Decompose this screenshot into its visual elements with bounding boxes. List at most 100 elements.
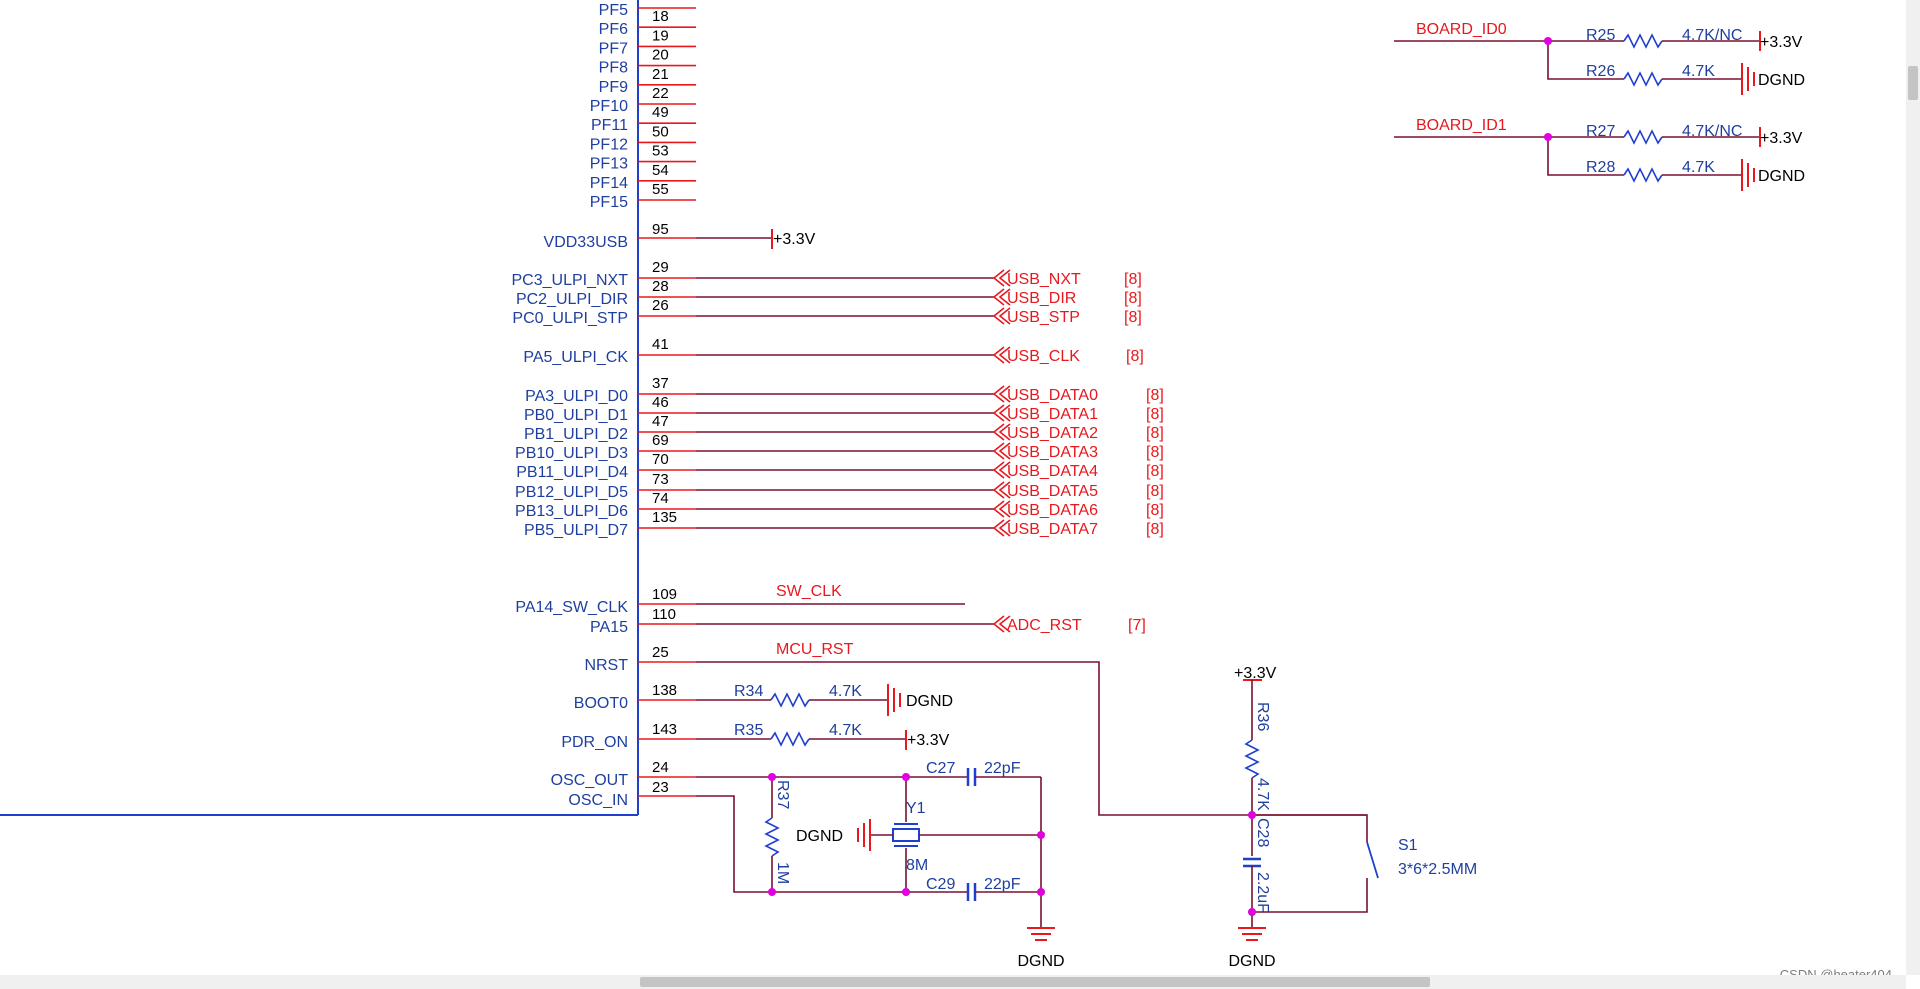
board-id-1: BOARD_ID1 R27 4.7K/NC +3.3V R28 4.7K DGND: [1394, 117, 1805, 191]
pin-number: 49: [652, 104, 669, 121]
pin-number: 54: [652, 162, 669, 179]
net-label: USB_DATA5: [1007, 483, 1098, 500]
pin-boot0: BOOT0 138 R34 4.7K DGND: [574, 682, 953, 716]
pin-pf5: PF5: [599, 2, 696, 19]
value-c29: 22pF: [984, 876, 1021, 893]
pin-number: 53: [652, 143, 669, 160]
vertical-scrollbar-thumb[interactable]: [1908, 66, 1918, 100]
sheet-ref: [8]: [1146, 521, 1164, 538]
sheet-ref: [8]: [1146, 387, 1164, 404]
pin-number: 22: [652, 85, 669, 102]
pin-number: 95: [652, 221, 669, 238]
net-label: USB_DIR: [1007, 290, 1076, 307]
pin-number-osc-in: 23: [652, 779, 669, 796]
pin-name: PF15: [590, 194, 628, 211]
ref-r-dn: R28: [1586, 159, 1615, 176]
net-label-swclk: SW_CLK: [776, 583, 842, 600]
pin-pc3-ulpi-nxt: PC3_ULPI_NXT 29 USB_NXT [8]: [512, 259, 1142, 289]
switch-s1-icon: [1366, 841, 1379, 879]
ref-s1: S1: [1398, 837, 1418, 854]
junction-dot: [1248, 811, 1256, 819]
pin-name: PA5_ULPI_CK: [523, 349, 628, 366]
pin-name: PF12: [590, 136, 628, 153]
net-label-board-id: BOARD_ID0: [1416, 21, 1507, 38]
pin-number: 73: [652, 471, 669, 488]
junction-dot: [1248, 908, 1256, 916]
pin-name: PF5: [599, 2, 628, 19]
ref-r36: R36: [1254, 702, 1271, 731]
resistor-icon: [1623, 129, 1663, 145]
pin-number: 135: [652, 509, 677, 526]
junction-dot: [768, 773, 776, 781]
horizontal-scrollbar-thumb[interactable]: [640, 977, 1430, 987]
pin-number: 70: [652, 451, 669, 468]
sheet-ref: [7]: [1128, 617, 1146, 634]
pin-name: PA14_SW_CLK: [515, 599, 628, 616]
pin-number: 109: [652, 586, 677, 603]
schematic-canvas: PF5 PF6 18 PF7 19 PF8 20 PF9 21 PF10 22 PF11 49 PF12 5…: [0, 0, 1892, 975]
junction-dot: [768, 888, 776, 896]
pin-number: 138: [652, 682, 677, 699]
pin-name: PB13_ULPI_D6: [515, 503, 628, 520]
pin-name: PC3_ULPI_NXT: [512, 272, 629, 289]
board-id-group: BOARD_ID0 R25 4.7K/NC +3.3V R26 4.7K DGND BOARD…: [1394, 21, 1805, 191]
gnd-label-crystal: DGND: [796, 828, 843, 845]
pin-name: PF8: [599, 60, 628, 77]
pin-name: PB11_ULPI_D4: [516, 464, 628, 481]
resistor-icon: [1623, 71, 1663, 87]
pin-pa3-ulpi-d0: PA3_ULPI_D0 37 USB_DATA0 [8]: [525, 375, 1164, 405]
sheet-ref: [8]: [1146, 463, 1164, 480]
gnd-label: DGND: [906, 693, 953, 710]
value-c28: 2.2uF: [1254, 872, 1271, 913]
net-label: USB_DATA2: [1007, 425, 1098, 442]
net-label: USB_DATA4: [1007, 463, 1098, 480]
junction-dot: [1544, 37, 1552, 45]
value-s1: 3*6*2.5MM: [1398, 861, 1477, 878]
pin-name: BOOT0: [574, 695, 628, 712]
pin-number: 37: [652, 375, 669, 392]
net-label-board-id: BOARD_ID1: [1416, 117, 1507, 134]
pin-name: PC2_ULPI_DIR: [516, 291, 628, 308]
sheet-ref: [8]: [1124, 271, 1142, 288]
net-label: USB_DATA0: [1007, 387, 1098, 404]
pin-name: NRST: [584, 657, 628, 674]
vertical-scrollbar[interactable]: [1906, 0, 1920, 975]
pf-pin-group: PF5 PF6 18 PF7 19 PF8 20 PF9 21 PF10 22 PF11 49 PF12 5…: [590, 2, 696, 211]
pin-name: PA3_ULPI_D0: [525, 388, 628, 405]
resistor-icon: [1623, 167, 1663, 183]
pin-number: 20: [652, 47, 669, 64]
power-label: +3.3V: [1760, 130, 1803, 147]
gnd-label: DGND: [1758, 168, 1805, 185]
pin-name: PB0_ULPI_D1: [524, 407, 628, 424]
pin-number: 55: [652, 181, 669, 198]
pin-name: PF13: [590, 156, 628, 173]
pin-name: PA15: [590, 619, 628, 636]
value-r37: 1M: [774, 862, 791, 884]
ref-r-dn: R26: [1586, 63, 1615, 80]
value-r-dn: 4.7K: [1682, 63, 1715, 80]
net-label: USB_NXT: [1007, 271, 1081, 288]
power-label: +3.3V: [773, 231, 816, 248]
pin-vdd33usb: VDD33USB 95 +3.3V: [544, 221, 816, 251]
pin-pa14-swclk: PA14_SW_CLK 109 SW_CLK: [515, 583, 965, 616]
watermark: CSDN @heater404: [1780, 967, 1892, 975]
ref-r34: R34: [734, 683, 763, 700]
gnd-label: DGND: [1758, 72, 1805, 89]
pin-name: VDD33USB: [544, 234, 628, 251]
pin-number: 47: [652, 413, 669, 430]
pin-number: 19: [652, 27, 669, 44]
ref-r-up: R25: [1586, 27, 1615, 44]
value-r-dn: 4.7K: [1682, 159, 1715, 176]
horizontal-scrollbar[interactable]: [0, 975, 1906, 989]
ref-y1: Y1: [906, 800, 926, 817]
junction-dot: [1037, 831, 1045, 839]
value-r-up: 4.7K/NC: [1682, 123, 1742, 140]
reset-circuit: +3.3V R36 4.7K C28 2.2uF S1 3*6*2.5MM DG…: [1228, 665, 1477, 970]
pin-name-osc-in: OSC_IN: [568, 792, 628, 809]
oscillator-circuit: OSC_OUT 24 OSC_IN 23 C27 22pF C29 22pF R…: [551, 759, 1065, 970]
ref-c29: C29: [926, 876, 955, 893]
pin-name: PB1_ULPI_D2: [524, 426, 628, 443]
net-label: USB_DATA1: [1007, 406, 1098, 423]
ref-r35: R35: [734, 722, 763, 739]
pin-number: 50: [652, 123, 669, 140]
